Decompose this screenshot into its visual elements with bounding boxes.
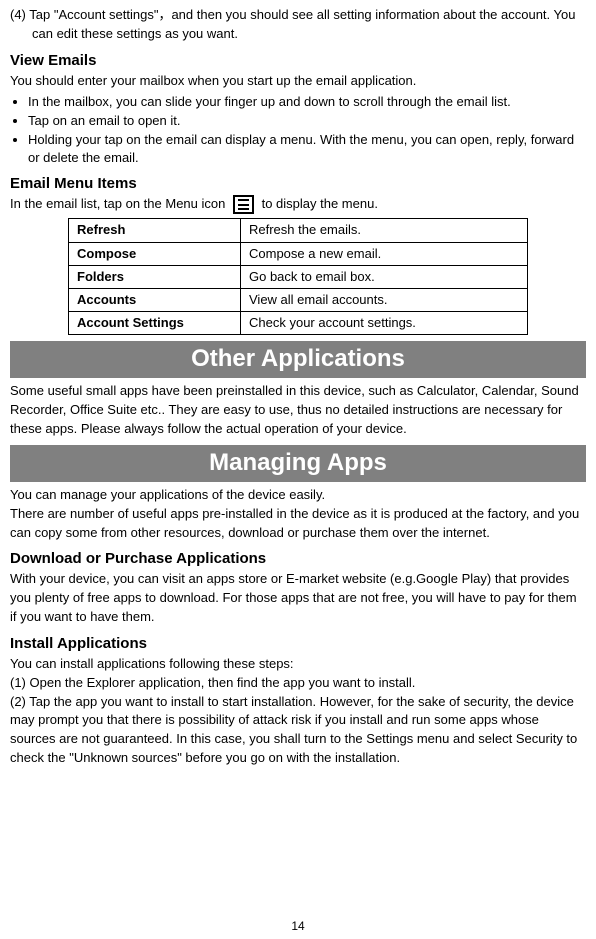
- menu-label: Folders: [69, 265, 241, 288]
- menu-label: Refresh: [69, 219, 241, 242]
- managing-apps-intro2: There are number of useful apps pre-inst…: [10, 505, 586, 543]
- table-row: Folders Go back to email box.: [69, 265, 528, 288]
- table-row: Accounts View all email accounts.: [69, 288, 528, 311]
- email-menu-table: Refresh Refresh the emails. Compose Comp…: [68, 218, 528, 335]
- list-item: In the mailbox, you can slide your finge…: [28, 93, 586, 111]
- menu-label: Account Settings: [69, 312, 241, 335]
- install-apps-heading: Install Applications: [10, 635, 586, 652]
- table-row: Account Settings Check your account sett…: [69, 312, 528, 335]
- menu-icon: [233, 195, 254, 214]
- install-step-2: (2) Tap the app you want to install to s…: [10, 693, 586, 768]
- menu-label: Compose: [69, 242, 241, 265]
- list-item: Holding your tap on the email can displa…: [28, 131, 586, 167]
- table-row: Refresh Refresh the emails.: [69, 219, 528, 242]
- other-applications-banner: Other Applications: [10, 341, 586, 378]
- view-emails-bullets: In the mailbox, you can slide your finge…: [28, 93, 586, 168]
- email-menu-intro-pre: In the email list, tap on the Menu icon: [10, 196, 229, 211]
- menu-desc: Go back to email box.: [241, 265, 528, 288]
- step-4-text: (4) Tap "Account settings"，and then you …: [10, 6, 586, 44]
- menu-desc: Check your account settings.: [241, 312, 528, 335]
- email-menu-intro: In the email list, tap on the Menu icon …: [10, 195, 586, 214]
- table-row: Compose Compose a new email.: [69, 242, 528, 265]
- download-body: With your device, you can visit an apps …: [10, 570, 586, 627]
- menu-label: Accounts: [69, 288, 241, 311]
- menu-desc: View all email accounts.: [241, 288, 528, 311]
- managing-apps-banner: Managing Apps: [10, 445, 586, 482]
- managing-apps-intro1: You can manage your applications of the …: [10, 486, 586, 505]
- menu-desc: Refresh the emails.: [241, 219, 528, 242]
- email-menu-heading: Email Menu Items: [10, 175, 586, 192]
- page-number: 14: [0, 919, 596, 933]
- menu-desc: Compose a new email.: [241, 242, 528, 265]
- list-item: Tap on an email to open it.: [28, 112, 586, 130]
- install-intro: You can install applications following t…: [10, 655, 586, 674]
- download-heading: Download or Purchase Applications: [10, 550, 586, 567]
- email-menu-intro-post: to display the menu.: [258, 196, 378, 211]
- other-apps-body: Some useful small apps have been preinst…: [10, 382, 586, 439]
- install-step-1: (1) Open the Explorer application, then …: [10, 674, 586, 693]
- view-emails-intro: You should enter your mailbox when you s…: [10, 72, 586, 91]
- view-emails-heading: View Emails: [10, 52, 586, 69]
